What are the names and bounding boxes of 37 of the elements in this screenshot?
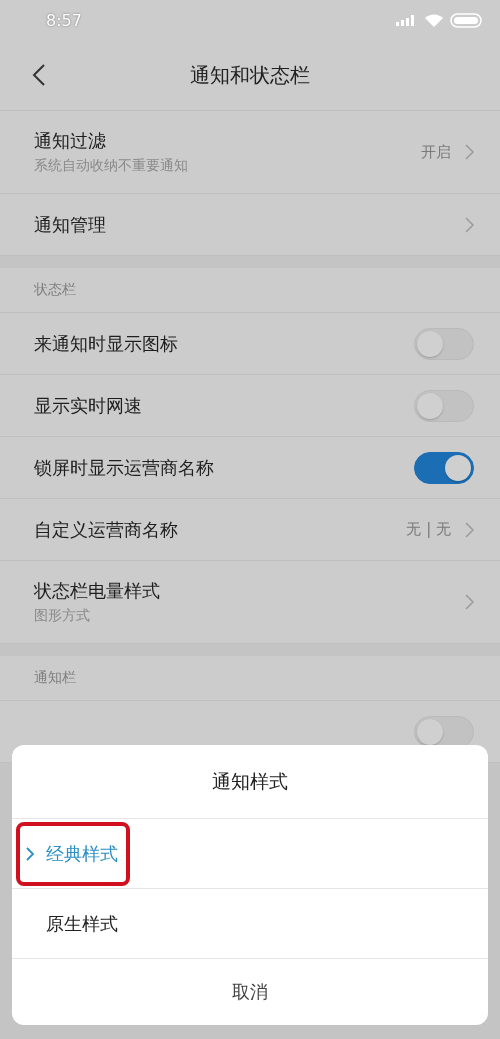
row-label: 显示实时网速: [34, 393, 142, 418]
row-value: 开启: [421, 142, 451, 162]
row-label: 锁屏时显示运营商名称: [34, 455, 214, 480]
dialog-option[interactable]: 经典样式: [12, 819, 488, 889]
cancel-button[interactable]: 取消: [12, 959, 488, 1025]
row-value: 无 | 无: [406, 520, 451, 539]
battery-icon: [450, 12, 482, 28]
section-header: 状态栏: [0, 268, 500, 313]
toggle-switch[interactable]: [414, 389, 474, 422]
toggle-switch[interactable]: [414, 327, 474, 360]
settings-row[interactable]: 显示实时网速: [0, 375, 500, 437]
dialog-option[interactable]: 原生样式: [12, 889, 488, 959]
chevron-icon: [26, 846, 34, 861]
row-subtitle: 系统自动收纳不重要通知: [34, 157, 188, 175]
row-subtitle: 图形方式: [34, 607, 91, 625]
row-label: 来通知时显示图标: [34, 331, 178, 356]
settings-row[interactable]: 锁屏时显示运营商名称: [0, 437, 500, 499]
chevron-icon: [465, 216, 474, 233]
wifi-icon: [424, 12, 444, 28]
dialog-title: 通知样式: [12, 745, 488, 819]
settings-row[interactable]: 通知过滤 系统自动收纳不重要通知 开启: [0, 111, 500, 194]
settings-row[interactable]: 来通知时显示图标: [0, 313, 500, 375]
row-label: 通知管理: [34, 212, 106, 237]
row-label: 自定义运营商名称: [34, 517, 178, 542]
chevron-icon: [465, 521, 474, 538]
chevron-icon: [465, 594, 474, 610]
row-label: 通知过滤: [34, 129, 107, 153]
row-label: 状态栏电量样式: [34, 579, 160, 603]
back-button[interactable]: [32, 62, 48, 88]
chevron-icon: [465, 144, 474, 160]
settings-row[interactable]: 自定义运营商名称 无 | 无: [0, 499, 500, 561]
settings-row[interactable]: 通知管理: [0, 194, 500, 256]
toggle-switch[interactable]: [414, 715, 474, 748]
page-title: 通知和状态栏: [189, 61, 311, 89]
section-header: 通知栏: [0, 656, 500, 701]
toggle-switch[interactable]: [414, 451, 474, 484]
settings-row[interactable]: 状态栏电量样式 图形方式: [0, 561, 500, 644]
